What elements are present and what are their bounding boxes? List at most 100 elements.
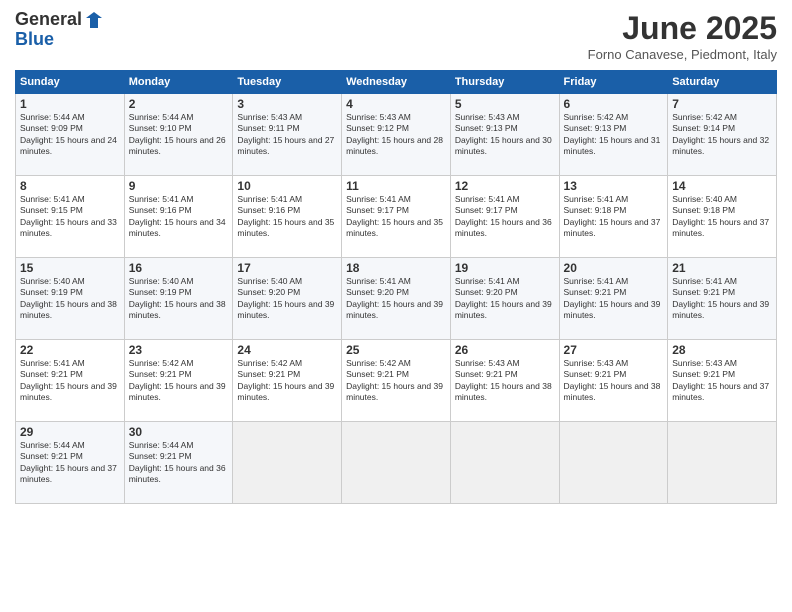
day-info: Sunrise: 5:41 AMSunset: 9:20 PMDaylight:… (455, 276, 552, 320)
day-number: 6 (564, 97, 664, 111)
logo-flag-icon (84, 10, 104, 30)
day-number: 28 (672, 343, 772, 357)
month-title: June 2025 (588, 10, 777, 47)
day-number: 21 (672, 261, 772, 275)
day-number: 18 (346, 261, 446, 275)
day-number: 23 (129, 343, 229, 357)
day-header-saturday: Saturday (668, 71, 777, 94)
calendar-cell: 4 Sunrise: 5:43 AMSunset: 9:12 PMDayligh… (342, 94, 451, 176)
day-info: Sunrise: 5:42 AMSunset: 9:21 PMDaylight:… (346, 358, 443, 402)
calendar-cell: 19 Sunrise: 5:41 AMSunset: 9:20 PMDaylig… (450, 258, 559, 340)
calendar-cell: 17 Sunrise: 5:40 AMSunset: 9:20 PMDaylig… (233, 258, 342, 340)
calendar-week-row: 8 Sunrise: 5:41 AMSunset: 9:15 PMDayligh… (16, 176, 777, 258)
day-header-thursday: Thursday (450, 71, 559, 94)
day-number: 25 (346, 343, 446, 357)
calendar-header-row: SundayMondayTuesdayWednesdayThursdayFrid… (16, 71, 777, 94)
day-info: Sunrise: 5:41 AMSunset: 9:15 PMDaylight:… (20, 194, 117, 238)
day-info: Sunrise: 5:41 AMSunset: 9:21 PMDaylight:… (672, 276, 769, 320)
day-number: 3 (237, 97, 337, 111)
day-info: Sunrise: 5:41 AMSunset: 9:21 PMDaylight:… (564, 276, 661, 320)
day-number: 9 (129, 179, 229, 193)
day-number: 17 (237, 261, 337, 275)
day-header-sunday: Sunday (16, 71, 125, 94)
day-number: 13 (564, 179, 664, 193)
calendar-cell: 23 Sunrise: 5:42 AMSunset: 9:21 PMDaylig… (124, 340, 233, 422)
calendar-cell: 27 Sunrise: 5:43 AMSunset: 9:21 PMDaylig… (559, 340, 668, 422)
calendar-cell: 1 Sunrise: 5:44 AMSunset: 9:09 PMDayligh… (16, 94, 125, 176)
day-number: 15 (20, 261, 120, 275)
calendar-cell: 13 Sunrise: 5:41 AMSunset: 9:18 PMDaylig… (559, 176, 668, 258)
logo: General Blue (15, 10, 104, 50)
calendar-cell: 9 Sunrise: 5:41 AMSunset: 9:16 PMDayligh… (124, 176, 233, 258)
day-info: Sunrise: 5:41 AMSunset: 9:17 PMDaylight:… (455, 194, 552, 238)
day-info: Sunrise: 5:40 AMSunset: 9:19 PMDaylight:… (129, 276, 226, 320)
day-number: 19 (455, 261, 555, 275)
calendar-cell: 8 Sunrise: 5:41 AMSunset: 9:15 PMDayligh… (16, 176, 125, 258)
calendar-cell: 28 Sunrise: 5:43 AMSunset: 9:21 PMDaylig… (668, 340, 777, 422)
day-info: Sunrise: 5:44 AMSunset: 9:21 PMDaylight:… (20, 440, 117, 484)
calendar-cell: 30 Sunrise: 5:44 AMSunset: 9:21 PMDaylig… (124, 422, 233, 504)
day-info: Sunrise: 5:43 AMSunset: 9:12 PMDaylight:… (346, 112, 443, 156)
day-info: Sunrise: 5:43 AMSunset: 9:11 PMDaylight:… (237, 112, 334, 156)
calendar-week-row: 29 Sunrise: 5:44 AMSunset: 9:21 PMDaylig… (16, 422, 777, 504)
calendar-cell: 29 Sunrise: 5:44 AMSunset: 9:21 PMDaylig… (16, 422, 125, 504)
day-info: Sunrise: 5:41 AMSunset: 9:20 PMDaylight:… (346, 276, 443, 320)
calendar-cell: 5 Sunrise: 5:43 AMSunset: 9:13 PMDayligh… (450, 94, 559, 176)
calendar-cell: 11 Sunrise: 5:41 AMSunset: 9:17 PMDaylig… (342, 176, 451, 258)
calendar-cell: 15 Sunrise: 5:40 AMSunset: 9:19 PMDaylig… (16, 258, 125, 340)
day-number: 16 (129, 261, 229, 275)
calendar-cell (233, 422, 342, 504)
calendar-cell: 12 Sunrise: 5:41 AMSunset: 9:17 PMDaylig… (450, 176, 559, 258)
day-info: Sunrise: 5:41 AMSunset: 9:16 PMDaylight:… (129, 194, 226, 238)
header: General Blue June 2025 Forno Canavese, P… (15, 10, 777, 62)
day-header-friday: Friday (559, 71, 668, 94)
day-number: 7 (672, 97, 772, 111)
logo-general-text: General (15, 10, 82, 30)
calendar-table: SundayMondayTuesdayWednesdayThursdayFrid… (15, 70, 777, 504)
calendar-cell (559, 422, 668, 504)
calendar-week-row: 1 Sunrise: 5:44 AMSunset: 9:09 PMDayligh… (16, 94, 777, 176)
day-info: Sunrise: 5:41 AMSunset: 9:18 PMDaylight:… (564, 194, 661, 238)
calendar-cell (342, 422, 451, 504)
calendar-cell: 25 Sunrise: 5:42 AMSunset: 9:21 PMDaylig… (342, 340, 451, 422)
day-number: 12 (455, 179, 555, 193)
calendar-cell: 21 Sunrise: 5:41 AMSunset: 9:21 PMDaylig… (668, 258, 777, 340)
day-info: Sunrise: 5:40 AMSunset: 9:19 PMDaylight:… (20, 276, 117, 320)
day-info: Sunrise: 5:43 AMSunset: 9:21 PMDaylight:… (455, 358, 552, 402)
calendar-cell: 18 Sunrise: 5:41 AMSunset: 9:20 PMDaylig… (342, 258, 451, 340)
day-info: Sunrise: 5:40 AMSunset: 9:20 PMDaylight:… (237, 276, 334, 320)
day-header-wednesday: Wednesday (342, 71, 451, 94)
calendar-cell: 22 Sunrise: 5:41 AMSunset: 9:21 PMDaylig… (16, 340, 125, 422)
calendar-cell: 24 Sunrise: 5:42 AMSunset: 9:21 PMDaylig… (233, 340, 342, 422)
day-number: 30 (129, 425, 229, 439)
day-info: Sunrise: 5:43 AMSunset: 9:13 PMDaylight:… (455, 112, 552, 156)
calendar-cell: 2 Sunrise: 5:44 AMSunset: 9:10 PMDayligh… (124, 94, 233, 176)
calendar-cell: 7 Sunrise: 5:42 AMSunset: 9:14 PMDayligh… (668, 94, 777, 176)
calendar-cell (668, 422, 777, 504)
day-info: Sunrise: 5:44 AMSunset: 9:10 PMDaylight:… (129, 112, 226, 156)
page: General Blue June 2025 Forno Canavese, P… (0, 0, 792, 612)
day-info: Sunrise: 5:40 AMSunset: 9:18 PMDaylight:… (672, 194, 769, 238)
day-number: 5 (455, 97, 555, 111)
day-number: 10 (237, 179, 337, 193)
day-info: Sunrise: 5:43 AMSunset: 9:21 PMDaylight:… (672, 358, 769, 402)
day-number: 27 (564, 343, 664, 357)
day-info: Sunrise: 5:42 AMSunset: 9:14 PMDaylight:… (672, 112, 769, 156)
calendar-cell: 16 Sunrise: 5:40 AMSunset: 9:19 PMDaylig… (124, 258, 233, 340)
calendar-cell: 6 Sunrise: 5:42 AMSunset: 9:13 PMDayligh… (559, 94, 668, 176)
day-number: 8 (20, 179, 120, 193)
calendar-cell: 20 Sunrise: 5:41 AMSunset: 9:21 PMDaylig… (559, 258, 668, 340)
calendar-cell (450, 422, 559, 504)
day-info: Sunrise: 5:42 AMSunset: 9:21 PMDaylight:… (237, 358, 334, 402)
logo-blue-text: Blue (15, 29, 54, 49)
location: Forno Canavese, Piedmont, Italy (588, 47, 777, 62)
day-number: 24 (237, 343, 337, 357)
day-info: Sunrise: 5:41 AMSunset: 9:17 PMDaylight:… (346, 194, 443, 238)
day-info: Sunrise: 5:43 AMSunset: 9:21 PMDaylight:… (564, 358, 661, 402)
day-number: 22 (20, 343, 120, 357)
day-number: 26 (455, 343, 555, 357)
day-info: Sunrise: 5:41 AMSunset: 9:16 PMDaylight:… (237, 194, 334, 238)
calendar-cell: 26 Sunrise: 5:43 AMSunset: 9:21 PMDaylig… (450, 340, 559, 422)
day-number: 2 (129, 97, 229, 111)
calendar-cell: 10 Sunrise: 5:41 AMSunset: 9:16 PMDaylig… (233, 176, 342, 258)
